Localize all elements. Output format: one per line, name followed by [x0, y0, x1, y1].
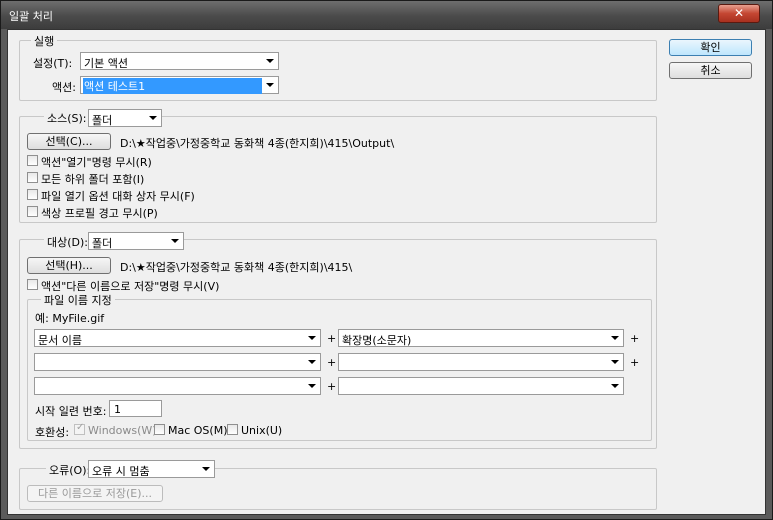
source-option-label-2: 모든 하위 폴더 포함(I)	[41, 173, 145, 186]
chevron-down-icon	[266, 59, 274, 63]
naming-field-1-left-value: 문서 이름	[38, 334, 82, 347]
serial-input[interactable]: 1	[109, 400, 162, 417]
chevron-down-icon	[266, 83, 274, 87]
plus-sign: +	[630, 356, 640, 369]
destination-label: 대상(D):	[44, 234, 91, 250]
chevron-down-icon	[611, 336, 619, 340]
compat-unix-label: Unix(U)	[241, 424, 283, 437]
chevron-down-icon	[308, 384, 316, 388]
action-label: 액션:	[52, 81, 76, 94]
plus-sign: +	[327, 332, 337, 345]
chevron-down-icon	[308, 360, 316, 364]
naming-field-1-right[interactable]: 확장명(소문자)	[338, 329, 624, 347]
action-dropdown[interactable]: 액션 테스트1	[80, 76, 279, 94]
errors-dropdown-value: 오류 시 멈춤	[92, 465, 150, 478]
file-naming-label: 파일 이름 지정	[41, 292, 115, 308]
source-option-label-3: 파일 열기 옵션 대화 상자 무시(F)	[41, 190, 195, 203]
close-button[interactable]: ✕	[718, 4, 760, 23]
source-option-checkbox-1[interactable]	[27, 155, 38, 166]
source-option-checkbox-4[interactable]	[27, 206, 38, 217]
ok-button[interactable]: 확인	[669, 39, 752, 56]
chevron-down-icon	[171, 239, 179, 243]
destination-override-checkbox[interactable]	[27, 279, 38, 290]
chevron-down-icon	[202, 467, 210, 471]
chevron-down-icon	[611, 360, 619, 364]
check-icon: ✓	[76, 422, 85, 433]
set-dropdown[interactable]: 기본 액션	[80, 52, 279, 70]
chevron-down-icon	[149, 116, 157, 120]
title-bar[interactable]: 일괄 처리 ✕	[1, 1, 772, 29]
plus-sign: +	[327, 356, 337, 369]
naming-field-2-left[interactable]	[34, 353, 321, 371]
cancel-button[interactable]: 취소	[669, 62, 752, 79]
save-as-button[interactable]: 다른 이름으로 저장(E)...	[27, 485, 163, 502]
set-dropdown-value: 기본 액션	[84, 57, 128, 70]
chevron-down-icon	[611, 384, 619, 388]
source-label: 소스(S):	[44, 110, 90, 126]
plus-sign: +	[327, 380, 337, 393]
source-option-label-1: 액션"열기"명령 무시(R)	[41, 156, 152, 169]
run-group-label: 실행	[31, 33, 58, 49]
naming-field-2-right[interactable]	[338, 353, 624, 371]
close-icon: ✕	[733, 6, 745, 20]
naming-field-3-right[interactable]	[338, 377, 624, 395]
errors-dropdown[interactable]: 오류 시 멈춤	[88, 460, 215, 478]
compat-label: 호환성:	[35, 426, 70, 439]
source-choose-button[interactable]: 선택(C)...	[27, 133, 111, 150]
compat-unix-checkbox[interactable]	[227, 424, 238, 435]
chevron-down-icon	[308, 336, 316, 340]
compat-mac-label: Mac OS(M)	[168, 424, 228, 437]
naming-field-1-right-value: 확장명(소문자)	[342, 334, 412, 347]
compat-mac-checkbox[interactable]	[154, 424, 165, 435]
source-option-checkbox-3[interactable]	[27, 189, 38, 200]
serial-input-value: 1	[114, 403, 121, 416]
set-label: 설정(T):	[33, 57, 73, 70]
compat-windows-label: Windows(W)	[88, 424, 157, 437]
source-dropdown-value: 폴더	[92, 114, 113, 127]
source-path: D:\★작업중\가정중학교 동화책 4종(한지희)\415\Output\	[120, 137, 395, 150]
errors-label: 오류(O):	[46, 462, 94, 478]
destination-path: D:\★작업중\가정중학교 동화책 4종(한지희)\415\	[120, 261, 353, 274]
compat-windows-checkbox[interactable]: ✓	[74, 422, 85, 435]
destination-dropdown[interactable]: 폴더	[88, 232, 184, 250]
naming-field-3-left[interactable]	[34, 377, 321, 395]
batch-dialog-window: 일괄 처리 ✕ 확인 취소 실행 설정(T): 기본 액션 액션: 액션 테스트…	[0, 0, 773, 520]
source-option-label-4: 색상 프로필 경고 무시(P)	[41, 207, 158, 220]
destination-choose-button[interactable]: 선택(H)...	[27, 257, 111, 274]
naming-field-1-left[interactable]: 문서 이름	[34, 329, 321, 347]
dialog-client-area: 확인 취소 실행 설정(T): 기본 액션 액션: 액션 테스트1 소스(S):…	[7, 29, 766, 515]
action-dropdown-value: 액션 테스트1	[83, 78, 262, 94]
serial-label: 시작 일련 번호:	[35, 405, 107, 418]
source-dropdown[interactable]: 폴더	[88, 109, 162, 127]
destination-dropdown-value: 폴더	[92, 237, 113, 250]
plus-sign: +	[630, 332, 640, 345]
naming-example: 예: MyFile.gif	[35, 312, 105, 325]
source-option-checkbox-2[interactable]	[27, 172, 38, 183]
window-title: 일괄 처리	[9, 10, 53, 23]
